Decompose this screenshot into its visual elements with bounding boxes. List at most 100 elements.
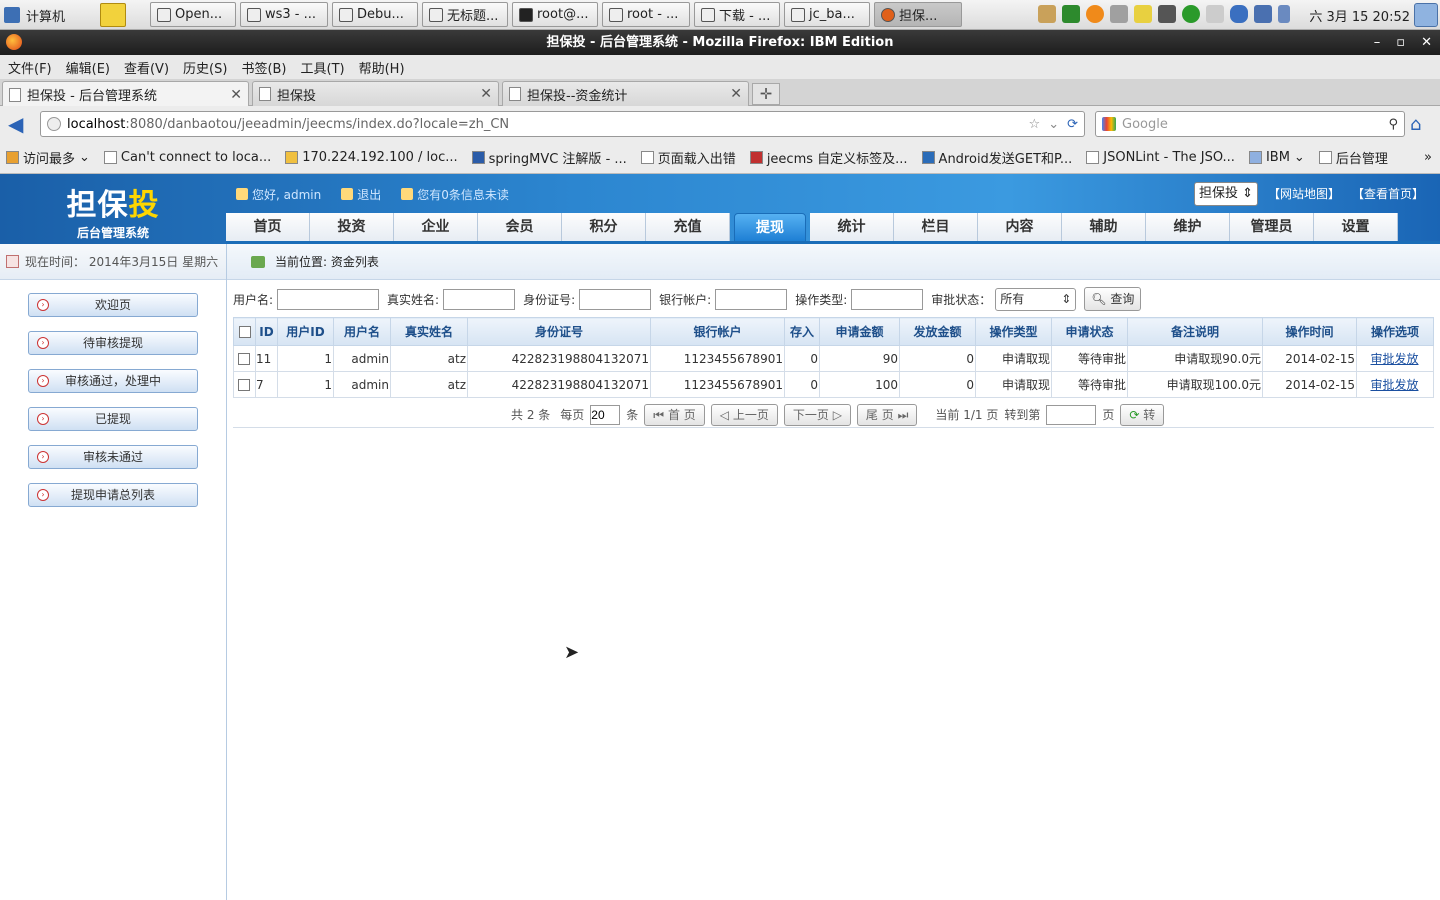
nav-item[interactable]: 内容 — [978, 213, 1062, 242]
nav-item-active[interactable]: 提现 — [734, 213, 806, 242]
dropdown-arrow-icon[interactable]: ⌄ — [1048, 117, 1059, 132]
taskbar-item[interactable]: 下载 - ... — [694, 2, 780, 27]
browser-tab[interactable]: 担保投--资金统计 ✕ — [502, 81, 749, 106]
chevron-right-icon[interactable]: » — [1424, 150, 1432, 165]
logout-link[interactable]: 退出 — [341, 186, 381, 203]
nav-item[interactable]: 首页 — [226, 213, 310, 242]
bookmark-item[interactable]: 访问最多 ⌄ — [6, 148, 90, 167]
taskbar-item[interactable]: 担保... — [874, 2, 962, 27]
tray-icon[interactable] — [1062, 5, 1080, 23]
query-button[interactable]: 🔍︎ 查询 — [1084, 287, 1142, 311]
last-page-button[interactable]: 尾 页 ⏭ — [856, 403, 918, 426]
view-home-link[interactable]: 【查看首页】 — [1352, 185, 1424, 202]
nav-item[interactable]: 积分 — [562, 213, 646, 242]
bookmark-star-icon[interactable]: ☆ — [1029, 117, 1041, 132]
nav-item[interactable]: 维护 — [1146, 213, 1230, 242]
taskbar-item[interactable]: ws3 - ... — [240, 2, 328, 27]
sidebar-item[interactable]: › 提现申请总列表 — [28, 483, 198, 507]
sidebar-item[interactable]: › 已提现 — [28, 407, 198, 431]
bookmark-item[interactable]: springMVC 注解版 - ... — [471, 148, 627, 167]
sidebar-item[interactable]: › 欢迎页 — [28, 293, 198, 317]
search-input[interactable]: Google — [1122, 117, 1168, 132]
taskbar-item[interactable]: jc_ba... — [784, 2, 870, 27]
row-checkbox[interactable] — [238, 353, 250, 365]
menu-bookmarks[interactable]: 书签(B) — [241, 58, 286, 77]
first-page-button[interactable]: ⏮ 首 页 — [644, 403, 705, 426]
nav-item[interactable]: 充值 — [646, 213, 730, 242]
bookmark-item[interactable]: Can't connect to loca... — [103, 150, 271, 165]
idcard-input[interactable] — [579, 288, 652, 310]
url-bar[interactable]: localhost:8080/danbaotou/jeeadmin/jeecms… — [40, 111, 1085, 137]
nav-item[interactable]: 企业 — [394, 213, 478, 242]
next-page-button[interactable]: 下一页 ▷ — [783, 403, 851, 426]
bookmark-item[interactable]: jeecms 自定义标签及... — [749, 148, 908, 167]
nav-item[interactable]: 投资 — [310, 213, 394, 242]
tray-icon[interactable] — [1134, 5, 1152, 23]
battery-icon[interactable] — [1278, 5, 1290, 23]
bookmark-item[interactable]: Android发送GET和P... — [921, 148, 1072, 167]
bookmark-item[interactable]: 页面载入出错 — [640, 148, 736, 167]
binoculars-icon[interactable]: ⚲ — [1388, 117, 1398, 132]
maximize-icon[interactable]: ▫ — [1396, 30, 1405, 55]
menu-history[interactable]: 历史(S) — [183, 58, 227, 77]
messages-link[interactable]: 您有0条信息未读 — [401, 186, 509, 203]
bookmark-item[interactable]: IBM ⌄ — [1248, 150, 1305, 165]
bluetooth-icon[interactable] — [1230, 5, 1248, 23]
workspace-icon[interactable] — [1414, 3, 1438, 27]
clock[interactable]: 六 3月 15 20:52 — [1309, 6, 1410, 25]
goto-page-input[interactable] — [1046, 404, 1097, 425]
bookmark-item[interactable]: JSONLint - The JSO... — [1086, 150, 1235, 165]
sidebar-item[interactable]: › 审核未通过 — [28, 445, 198, 469]
notes-icon[interactable] — [100, 3, 126, 27]
tray-icon[interactable] — [1158, 5, 1176, 23]
nav-item[interactable]: 栏目 — [894, 213, 978, 242]
per-page-input[interactable] — [590, 404, 621, 425]
volume-icon[interactable] — [1206, 5, 1224, 23]
select-all-checkbox[interactable] — [238, 326, 251, 338]
nav-item[interactable]: 统计 — [810, 213, 894, 242]
back-arrow-icon[interactable]: ◀ — [8, 114, 30, 134]
bank-account-input[interactable] — [715, 288, 788, 310]
computer-menu[interactable]: 计算机 — [4, 4, 65, 26]
taskbar-item[interactable]: root@... — [512, 2, 598, 27]
menu-tools[interactable]: 工具(T) — [301, 58, 345, 77]
tray-icon[interactable] — [1086, 5, 1104, 23]
home-icon[interactable]: ⌂ — [1410, 114, 1432, 135]
tray-icon[interactable] — [1110, 5, 1128, 23]
menu-edit[interactable]: 编辑(E) — [66, 58, 110, 77]
close-icon[interactable]: ✕ — [1421, 30, 1432, 55]
tray-icon[interactable] — [1038, 5, 1056, 23]
browser-tab[interactable]: 担保投 - 后台管理系统 ✕ — [2, 81, 249, 107]
goto-button[interactable]: ⟳ 转 — [1120, 403, 1165, 426]
menu-help[interactable]: 帮助(H) — [359, 58, 405, 77]
taskbar-item[interactable]: root - ... — [602, 2, 690, 27]
nav-item[interactable]: 管理员 — [1230, 213, 1314, 242]
taskbar-item[interactable]: Debu... — [332, 2, 418, 27]
close-tab-icon[interactable]: ✕ — [730, 86, 742, 102]
check-icon[interactable] — [1182, 5, 1200, 23]
sidebar-item[interactable]: › 审核通过，处理中 — [28, 369, 198, 393]
reload-icon[interactable]: ⟳ — [1067, 117, 1078, 132]
minimize-icon[interactable]: – — [1374, 30, 1381, 55]
approve-link[interactable]: 审批发放 — [1370, 378, 1418, 392]
optype-input[interactable] — [851, 288, 924, 310]
menu-file[interactable]: 文件(F) — [8, 58, 52, 77]
status-select[interactable]: 所有 ⇕ — [995, 287, 1077, 311]
nav-item[interactable]: 会员 — [478, 213, 562, 242]
site-select[interactable]: 担保投 ⇕ — [1194, 182, 1258, 206]
prev-page-button[interactable]: ◁ 上一页 — [710, 403, 778, 426]
sidebar-item[interactable]: › 待审核提现 — [28, 331, 198, 355]
approve-link[interactable]: 审批发放 — [1370, 352, 1418, 366]
bookmark-item[interactable]: 170.224.192.100 / loc... — [285, 150, 458, 165]
close-tab-icon[interactable]: ✕ — [480, 86, 492, 102]
row-checkbox[interactable] — [238, 379, 250, 391]
browser-tab[interactable]: 担保投 ✕ — [252, 81, 499, 106]
new-tab-button[interactable]: ✛ — [752, 83, 780, 105]
bookmark-item[interactable]: 后台管理 — [1318, 148, 1388, 167]
network-icon[interactable] — [1254, 5, 1272, 23]
menu-view[interactable]: 查看(V) — [124, 58, 169, 77]
close-tab-icon[interactable]: ✕ — [230, 87, 242, 103]
taskbar-item[interactable]: Open... — [150, 2, 236, 27]
taskbar-item[interactable]: 无标题... — [422, 2, 508, 27]
username-input[interactable] — [277, 288, 380, 310]
